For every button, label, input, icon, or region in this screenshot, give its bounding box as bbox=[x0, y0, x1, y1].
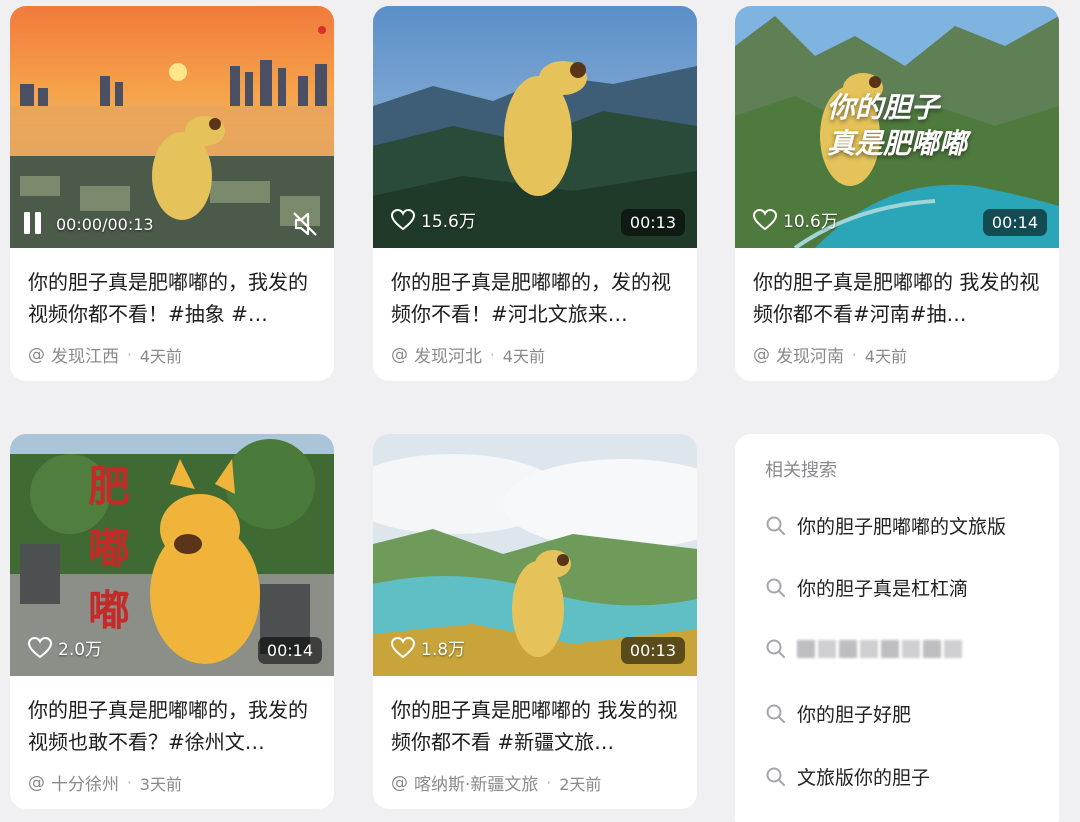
video-duration: 00:13 bbox=[620, 209, 685, 236]
search-icon bbox=[766, 639, 785, 658]
like-count-text: 15.6万 bbox=[421, 212, 476, 232]
video-thumbnail[interactable]: 15.6万 00:13 bbox=[373, 6, 697, 248]
muted-speaker-icon[interactable] bbox=[290, 209, 320, 239]
post-time: 4天前 bbox=[139, 346, 182, 366]
video-thumbnail[interactable]: 你的胆子 真是肥嘟嘟 10.6万 00:14 bbox=[735, 6, 1059, 248]
card-info: 你的胆子真是肥嘟嘟的，发的视频你不看！#河北文旅来… @ 发现河北 · 4天前 bbox=[373, 248, 697, 381]
related-search-text: 你的胆子肥嘟嘟的文旅版 bbox=[797, 516, 1007, 538]
video-title[interactable]: 你的胆子真是肥嘟嘟的 我发的视频你都不看#河南#抽… bbox=[753, 266, 1041, 330]
separator-dot: · bbox=[852, 345, 857, 364]
card-info: 你的胆子真是肥嘟嘟的，我发的视频你都不看！#抽象 #… @ 发现江西 · 4天前 bbox=[10, 248, 334, 381]
at-icon: @ bbox=[28, 344, 45, 365]
related-search-text: 文旅版你的胆子 bbox=[797, 767, 931, 789]
video-thumbnail[interactable]: 肥 嘟 嘟 2.0万 00:14 bbox=[10, 434, 334, 676]
video-title[interactable]: 你的胆子真是肥嘟嘟的，我发的视频你都不看！#抽象 #… bbox=[28, 266, 316, 330]
author-name[interactable]: 十分徐州 bbox=[51, 770, 119, 795]
video-card[interactable]: 00:00/00:13 你的胆子真是肥嘟嘟的，我发的视频你都不看！#抽象 #… … bbox=[10, 6, 334, 381]
video-title[interactable]: 你的胆子真是肥嘟嘟的，发的视频你不看！#河北文旅来… bbox=[391, 266, 679, 330]
related-search-text: 你的胆子真是杠杠滴 bbox=[797, 578, 969, 600]
search-icon bbox=[766, 578, 785, 597]
video-duration: 00:14 bbox=[982, 209, 1047, 236]
card-info: 你的胆子真是肥嘟嘟的 我发的视频你都不看 #新疆文旅… @ 喀纳斯·新疆文旅 ·… bbox=[373, 676, 697, 809]
like-count-text: 10.6万 bbox=[783, 212, 838, 232]
like-count: 2.0万 bbox=[28, 635, 102, 660]
at-icon: @ bbox=[391, 344, 408, 365]
related-search-item[interactable]: 你的胆子真是杠杠滴 bbox=[765, 574, 968, 601]
separator-dot: · bbox=[490, 345, 495, 364]
playback-time: 00:00/00:13 bbox=[56, 214, 154, 234]
separator-dot: · bbox=[127, 345, 132, 364]
author-name[interactable]: 发现河北 bbox=[414, 342, 482, 367]
video-card[interactable]: 15.6万 00:13 你的胆子真是肥嘟嘟的，发的视频你不看！#河北文旅来… @… bbox=[373, 6, 697, 381]
separator-dot: · bbox=[546, 773, 552, 792]
like-count: 1.8万 bbox=[391, 635, 465, 660]
overlay-line: 嘟 bbox=[87, 586, 130, 635]
search-icon bbox=[766, 767, 785, 786]
heart-icon bbox=[391, 208, 415, 230]
video-duration: 00:14 bbox=[257, 637, 322, 664]
video-card[interactable]: 你的胆子 真是肥嘟嘟 10.6万 00:14 你的胆子真是肥嘟嘟的 我发的视频你… bbox=[735, 6, 1059, 381]
video-thumbnail[interactable]: 00:00/00:13 bbox=[10, 6, 334, 248]
search-icon bbox=[766, 516, 785, 535]
overlay-line: 真是肥嘟嘟 bbox=[827, 127, 968, 160]
pause-icon[interactable] bbox=[24, 212, 46, 236]
video-card[interactable]: 肥 嘟 嘟 2.0万 00:14 你的胆子真是肥嘟嘟的，我发的视频也敢不看？#徐… bbox=[10, 434, 334, 809]
post-time: 4天前 bbox=[502, 346, 545, 366]
at-icon: @ bbox=[391, 772, 408, 793]
card-info: 你的胆子真是肥嘟嘟的，我发的视频也敢不看？#徐州文… @ 十分徐州 · 3天前 bbox=[10, 676, 334, 809]
overlay-line: 你的胆子 bbox=[827, 91, 940, 124]
post-time: 4天前 bbox=[864, 346, 907, 366]
author-name[interactable]: 发现江西 bbox=[51, 342, 119, 367]
video-grid: 00:00/00:13 你的胆子真是肥嘟嘟的，我发的视频你都不看！#抽象 #… … bbox=[0, 0, 1080, 822]
heart-icon bbox=[28, 636, 52, 658]
like-count: 15.6万 bbox=[391, 207, 476, 232]
video-meta: @ 十分徐州 · 3天前 bbox=[28, 770, 316, 796]
related-search-title: 相关搜索 bbox=[765, 460, 837, 481]
post-time: 3天前 bbox=[139, 774, 182, 794]
redacted-search-text bbox=[797, 640, 962, 658]
separator-dot: · bbox=[127, 773, 132, 792]
overlay-line: 肥 bbox=[87, 462, 130, 511]
video-meta: @ 发现河北 · 4天前 bbox=[391, 342, 679, 368]
heart-icon bbox=[753, 208, 777, 230]
video-meta: @ 喀纳斯·新疆文旅 · 2天前 bbox=[391, 770, 679, 796]
like-count-text: 2.0万 bbox=[58, 640, 103, 660]
related-search-item[interactable] bbox=[765, 638, 962, 660]
author-name[interactable]: 喀纳斯·新疆文旅 bbox=[414, 770, 538, 795]
like-count-text: 1.8万 bbox=[421, 640, 466, 660]
at-icon: @ bbox=[28, 772, 45, 793]
video-meta: @ 发现河南 · 4天前 bbox=[753, 342, 1041, 368]
overlay-title-text: 肥 嘟 嘟 bbox=[84, 456, 134, 642]
heart-icon bbox=[391, 636, 415, 658]
related-search-panel: 相关搜索 你的胆子肥嘟嘟的文旅版 你的胆子真是杠杠滴 你的胆子好肥 文旅版你的胆… bbox=[735, 434, 1059, 822]
related-search-text: 你的胆子好肥 bbox=[797, 704, 912, 726]
like-count: 10.6万 bbox=[753, 207, 838, 232]
card-info: 你的胆子真是肥嘟嘟的 我发的视频你都不看#河南#抽… @ 发现河南 · 4天前 bbox=[735, 248, 1059, 381]
overlay-line: 嘟 bbox=[87, 524, 130, 573]
video-thumbnail[interactable]: 1.8万 00:13 bbox=[373, 434, 697, 676]
video-meta: @ 发现江西 · 4天前 bbox=[28, 342, 316, 368]
post-time: 2天前 bbox=[559, 774, 602, 794]
video-title[interactable]: 你的胆子真是肥嘟嘟的 我发的视频你都不看 #新疆文旅… bbox=[391, 694, 679, 758]
related-search-item[interactable]: 你的胆子肥嘟嘟的文旅版 bbox=[765, 512, 1006, 539]
author-name[interactable]: 发现河南 bbox=[776, 342, 844, 367]
related-search-item[interactable]: 你的胆子好肥 bbox=[765, 700, 911, 727]
video-title[interactable]: 你的胆子真是肥嘟嘟的，我发的视频也敢不看？#徐州文… bbox=[28, 694, 316, 758]
video-player-controls: 00:00/00:13 bbox=[10, 200, 334, 248]
related-search-item[interactable]: 文旅版你的胆子 bbox=[765, 763, 930, 790]
video-card[interactable]: 1.8万 00:13 你的胆子真是肥嘟嘟的 我发的视频你都不看 #新疆文旅… @… bbox=[373, 434, 697, 809]
at-icon: @ bbox=[753, 344, 770, 365]
overlay-title-text: 你的胆子 真是肥嘟嘟 bbox=[827, 90, 967, 162]
video-duration: 00:13 bbox=[620, 637, 685, 664]
search-icon bbox=[766, 704, 785, 723]
